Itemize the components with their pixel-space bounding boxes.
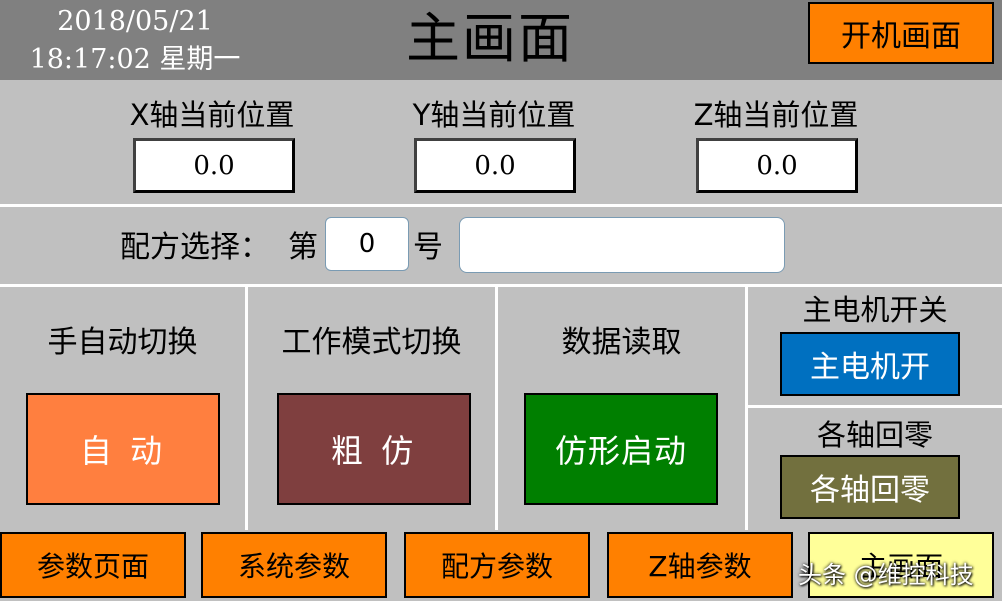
section-divider (0, 204, 1002, 207)
x-axis-position-display[interactable]: 0.0 (133, 138, 295, 193)
start-screen-button[interactable]: 开机画面 (808, 2, 994, 64)
hmi-screen: 2018/05/21 18:17:02 星期一 主画面 开机画面 X轴当前位置 … (0, 0, 1002, 601)
nav-label: 参数页面 (36, 550, 149, 583)
homing-button[interactable]: 各轴回零 (780, 455, 960, 519)
manual-auto-title: 手自动切换 (47, 325, 198, 360)
date-display: 2018/05/21 (57, 6, 213, 37)
header-bar: 2018/05/21 18:17:02 星期一 主画面 开机画面 (0, 0, 1002, 80)
main-motor-on-label: 主电机开 (810, 350, 930, 385)
recipe-number-input[interactable]: 0 (325, 217, 409, 271)
coarse-copy-button[interactable]: 粗 仿 (277, 393, 471, 505)
recipe-number-prefix: 第 (288, 230, 318, 265)
x-axis-label: X轴当前位置 (129, 98, 295, 132)
recipe-number-suffix: 号 (413, 230, 443, 265)
nav-system-parameters-button[interactable]: 系统参数 (201, 532, 387, 598)
coarse-copy-label: 粗 仿 (330, 432, 418, 470)
homing-title: 各轴回零 (816, 418, 933, 452)
y-axis-position-display[interactable]: 0.0 (414, 138, 576, 193)
main-motor-on-button[interactable]: 主电机开 (780, 332, 960, 396)
y-axis-label: Y轴当前位置 (412, 98, 576, 132)
watermark: 头条 @维控科技 (798, 561, 974, 589)
work-mode-title: 工作模式切换 (281, 325, 462, 360)
main-motor-title: 主电机开关 (802, 293, 948, 327)
nav-label: 配方参数 (440, 550, 553, 583)
homing-label: 各轴回零 (810, 473, 930, 508)
recipe-label: 配方选择： (120, 230, 270, 265)
copy-start-label: 仿形启动 (554, 432, 687, 470)
recipe-name-display[interactable] (459, 217, 785, 273)
nav-label: Z轴参数 (648, 550, 752, 583)
nav-z-axis-parameters-button[interactable]: Z轴参数 (607, 532, 793, 598)
panel-divider (748, 405, 1002, 408)
nav-parameter-page-button[interactable]: 参数页面 (0, 532, 186, 598)
nav-label: 系统参数 (237, 550, 350, 583)
nav-recipe-parameters-button[interactable]: 配方参数 (404, 532, 590, 598)
z-axis-label: Z轴当前位置 (693, 98, 859, 132)
z-axis-position-display[interactable]: 0.0 (696, 138, 858, 193)
auto-mode-label: 自 动 (79, 432, 167, 470)
auto-mode-button[interactable]: 自 动 (26, 393, 220, 505)
time-display: 18:17:02 星期一 (29, 44, 241, 75)
copy-start-button[interactable]: 仿形启动 (524, 393, 718, 505)
data-read-title: 数据读取 (561, 325, 682, 360)
start-screen-label: 开机画面 (841, 19, 961, 54)
page-title: 主画面 (406, 7, 574, 70)
